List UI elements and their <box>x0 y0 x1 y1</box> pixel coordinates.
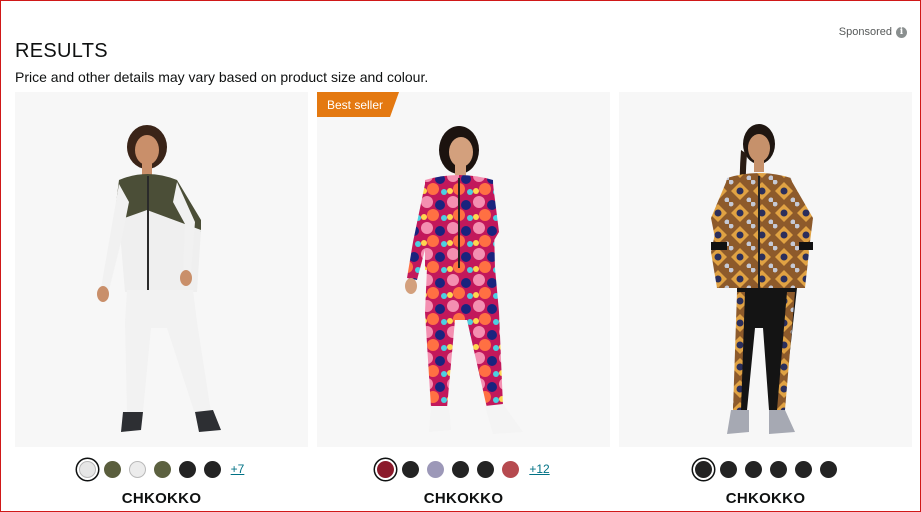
color-swatch[interactable] <box>153 460 171 478</box>
results-title: RESULTS <box>15 40 108 62</box>
color-swatches: +7 <box>15 447 308 491</box>
color-swatch[interactable] <box>502 460 520 478</box>
color-swatch[interactable] <box>203 460 221 478</box>
color-swatch[interactable] <box>744 460 762 478</box>
tracksuit-model-image <box>711 124 813 434</box>
color-swatch[interactable] <box>427 460 445 478</box>
color-swatch[interactable] <box>103 460 121 478</box>
more-colors-link[interactable]: +12 <box>529 462 549 476</box>
product-brand[interactable]: CHKOKKO <box>15 490 308 507</box>
color-swatch[interactable] <box>178 460 196 478</box>
color-swatch[interactable] <box>719 460 737 478</box>
color-swatches: +12 <box>317 447 610 491</box>
color-swatch[interactable] <box>78 460 96 478</box>
color-swatch[interactable] <box>769 460 787 478</box>
color-swatch[interactable] <box>794 460 812 478</box>
best-seller-badge: Best seller <box>317 92 399 117</box>
product-card[interactable]: Best seller +12 CHKOKKO <box>317 92 610 512</box>
color-swatch[interactable] <box>694 460 712 478</box>
tracksuit-model-image <box>405 126 523 434</box>
product-brand[interactable]: CHKOKKO <box>317 490 610 507</box>
product-brand[interactable]: CHKOKKO <box>619 490 912 507</box>
more-colors-link[interactable]: +7 <box>231 462 245 476</box>
product-grid: +7 CHKOKKO Best seller +12 CHKOKKO CHKOK… <box>15 92 912 512</box>
results-subtitle: Price and other details may vary based o… <box>15 69 429 85</box>
product-card[interactable]: CHKOKKO <box>619 92 912 512</box>
color-swatch[interactable] <box>452 460 470 478</box>
tracksuit-model-image <box>97 125 221 432</box>
sponsored-text: Sponsored <box>838 26 892 38</box>
color-swatch[interactable] <box>402 460 420 478</box>
info-icon[interactable]: i <box>896 26 907 38</box>
product-card[interactable]: +7 CHKOKKO <box>15 92 308 512</box>
product-image[interactable] <box>619 92 912 447</box>
color-swatch[interactable] <box>128 460 146 478</box>
sponsored-label[interactable]: Sponsored i <box>839 26 907 38</box>
color-swatch[interactable] <box>819 460 837 478</box>
product-image[interactable]: Best seller <box>317 92 610 447</box>
product-image[interactable] <box>15 92 308 447</box>
color-swatches <box>619 447 912 491</box>
color-swatch[interactable] <box>477 460 495 478</box>
color-swatch[interactable] <box>377 460 395 478</box>
